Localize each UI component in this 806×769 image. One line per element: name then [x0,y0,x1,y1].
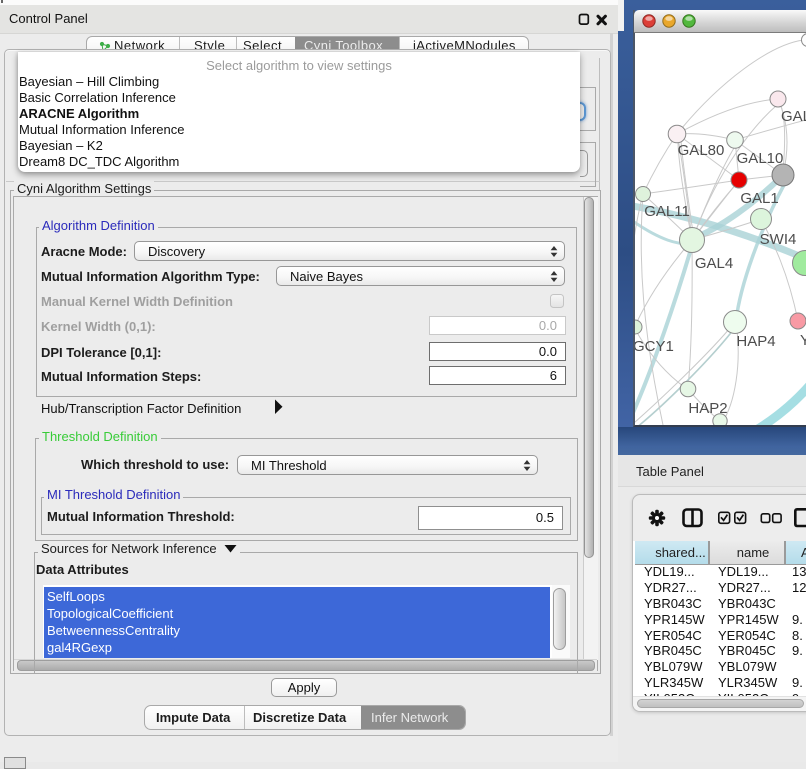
svg-text:GAL80: GAL80 [678,142,725,159]
svg-text:GAL10: GAL10 [737,150,784,167]
svg-text:HAP4: HAP4 [736,333,775,350]
svg-text:GAL4: GAL4 [695,255,733,272]
svg-text:GAL1: GAL1 [740,190,778,207]
svg-text:SWI4: SWI4 [760,231,797,248]
svg-text:HAP2: HAP2 [688,400,727,417]
svg-text:GAL11: GAL11 [644,203,690,220]
svg-text:GAL: GAL [781,108,806,125]
svg-text:GCY1: GCY1 [635,338,674,355]
svg-text:Y: Y [800,332,806,349]
